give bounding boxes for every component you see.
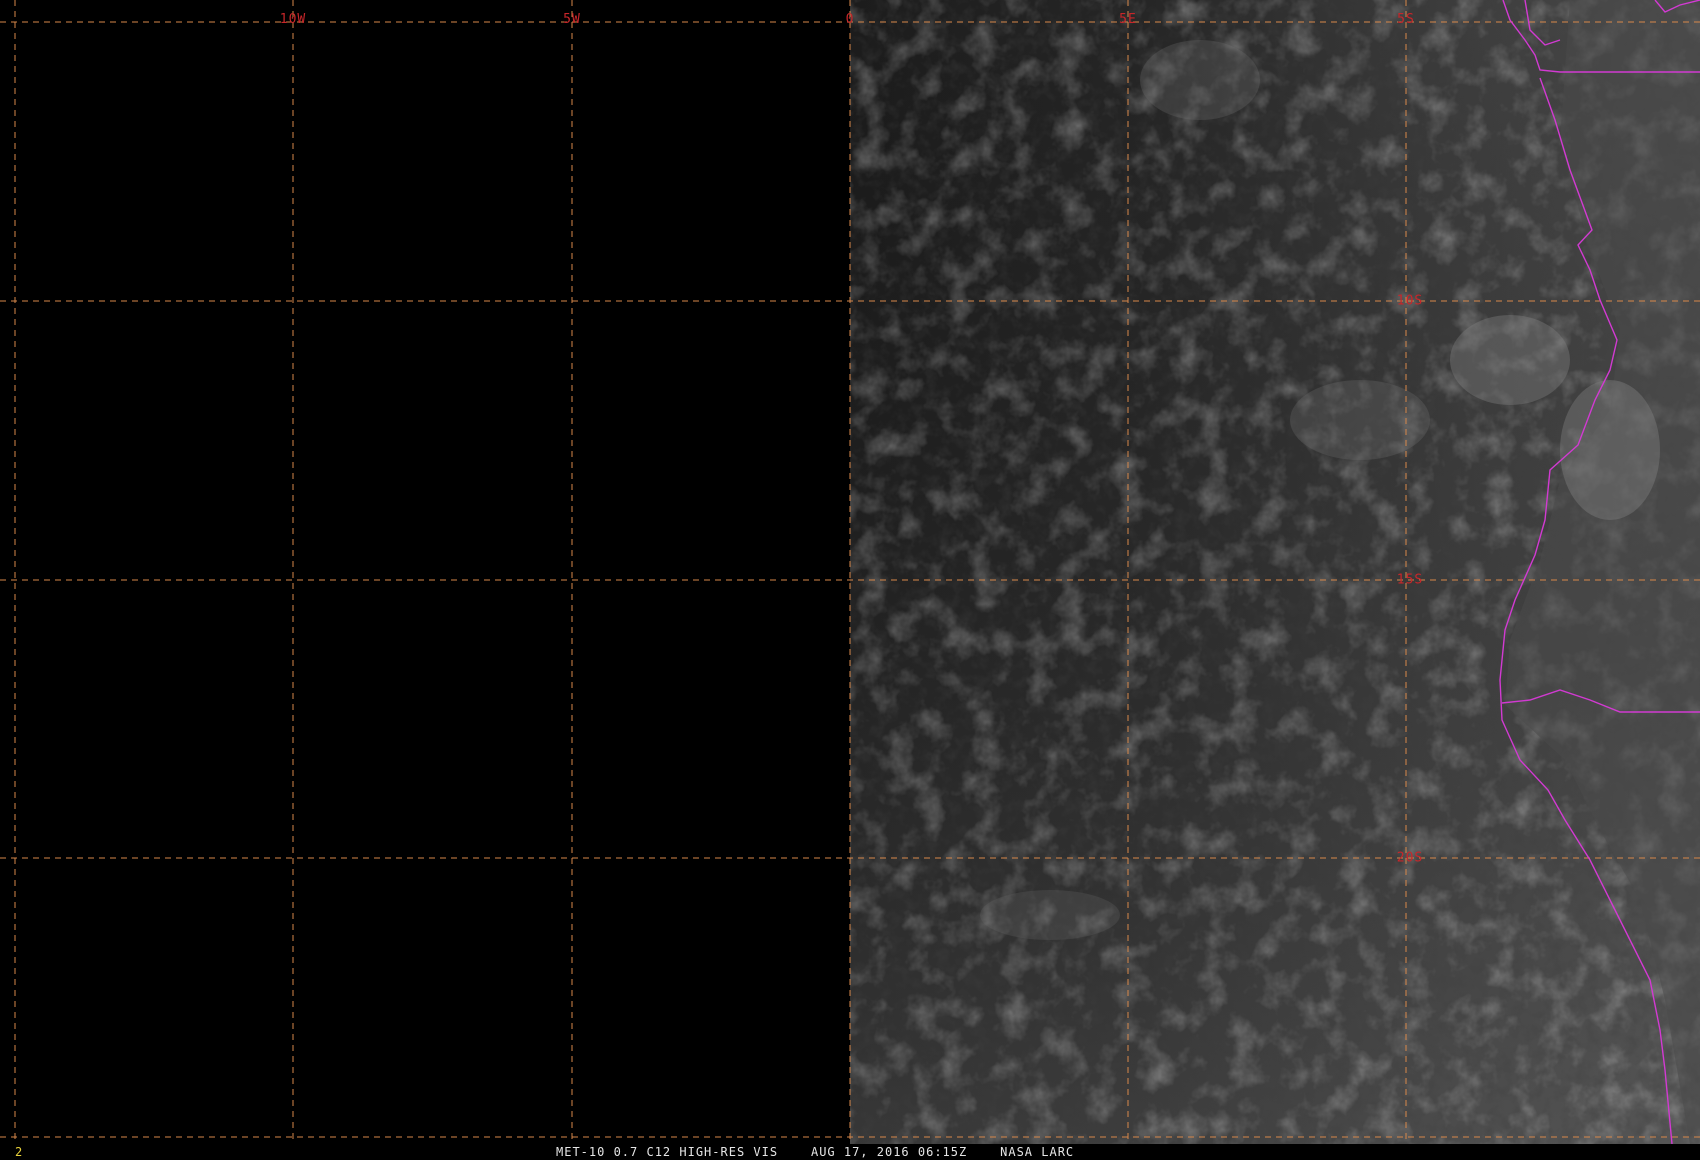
longitude-label: 5E [1119, 12, 1137, 27]
latitude-label: 20S [1396, 850, 1424, 866]
longitude-label: 10W [279, 12, 307, 27]
longitude-label: 0 [845, 12, 855, 27]
cloud-cluster [1560, 380, 1660, 520]
status-caption-bar: 2 MET-10 0.7 C12 HIGH-RES VIS AUG 17, 20… [0, 1144, 1700, 1160]
cloud-cluster [1450, 315, 1570, 405]
image-caption: MET-10 0.7 C12 HIGH-RES VIS AUG 17, 2016… [556, 1145, 1075, 1159]
cloud-cluster [1140, 40, 1260, 120]
frame-number: 2 [15, 1145, 23, 1159]
latitude-label: 10S [1396, 293, 1424, 309]
cloud-cluster [980, 890, 1120, 940]
longitude-label: 5W [563, 12, 581, 27]
cloud-cluster [1290, 380, 1430, 460]
longitude-label: 5S [1397, 12, 1415, 27]
satellite-image [0, 0, 1700, 1145]
night-region [0, 0, 850, 1144]
satellite-image-viewer: 10W 5W 0 5E 5S 10S 15S 20S 2 MET-10 0.7 C12 HI… [0, 0, 1700, 1160]
latitude-label: 15S [1396, 572, 1424, 588]
day-region [850, 0, 1700, 1144]
